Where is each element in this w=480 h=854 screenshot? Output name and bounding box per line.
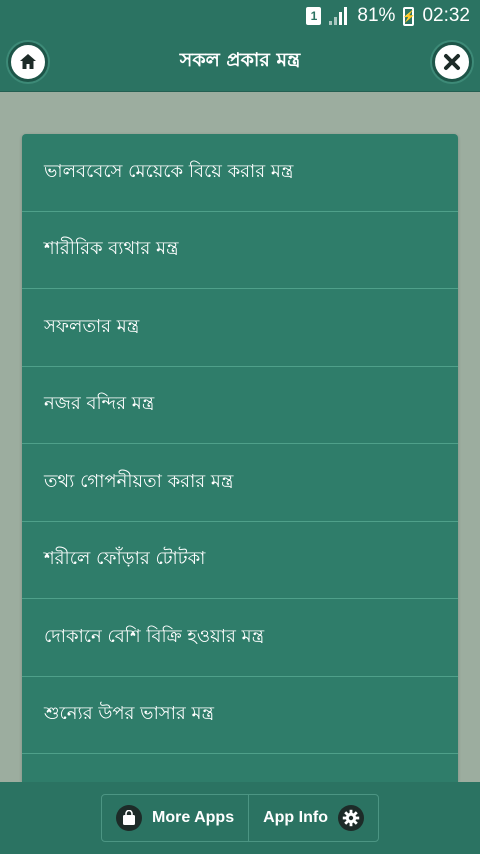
list-item-partial[interactable] (22, 754, 458, 782)
battery-percent: 81% (357, 5, 396, 26)
list-item[interactable]: নজর বন্দির মন্ত্র (22, 367, 458, 444)
list-item[interactable]: সফলতার মন্ত্র (22, 289, 458, 367)
list-item-label: তথ্য গোপনীয়তা করার মন্ত্র (44, 470, 234, 492)
list-item[interactable]: শরীলে ফোঁড়ার টোটকা (22, 522, 458, 599)
shopping-bag-icon (116, 805, 143, 831)
clock: 02:32 (422, 5, 470, 26)
close-icon (444, 54, 460, 70)
list-item-label: সফলতার মন্ত্র (44, 315, 140, 337)
signal-icon (329, 7, 349, 25)
more-apps-button[interactable]: More Apps (102, 795, 248, 841)
more-apps-label: More Apps (152, 809, 235, 826)
bottom-bar: More Apps App Info (0, 782, 480, 854)
sim-icon: 1 (306, 7, 322, 25)
home-icon (20, 54, 36, 69)
battery-charging-icon: ⚡ (402, 6, 416, 26)
list-item-label: শুন্যের উপর ভাসার মন্ত্র (44, 703, 215, 725)
page-title: সকল প্রকার মন্ত্র (179, 48, 301, 71)
mantra-list: ভালববেসে মেয়েকে বিয়ে করার মন্ত্র শারীর… (22, 134, 458, 782)
list-item[interactable]: তথ্য গোপনীয়তা করার মন্ত্র (22, 444, 458, 522)
status-bar: 1 81% ⚡ 02:32 (0, 0, 480, 32)
list-item-label: ভালববেসে মেয়েকে বিয়ে করার মন্ত্র (44, 160, 294, 182)
list-item[interactable]: শারীরিক ব্যথার মন্ত্র (22, 212, 458, 289)
list-item-label: শরীলে ফোঁড়ার টোটকা (44, 548, 206, 570)
list-item[interactable]: শুন্যের উপর ভাসার মন্ত্র (22, 677, 458, 754)
close-button[interactable] (432, 42, 472, 82)
list-item[interactable]: দোকানে বেশি বিক্রি হওয়ার মন্ত্র (22, 599, 458, 677)
app-info-button[interactable]: App Info (248, 795, 378, 841)
list-item[interactable]: ভালববেসে মেয়েকে বিয়ে করার মন্ত্র (22, 134, 458, 212)
app-info-label: App Info (263, 809, 328, 826)
list-item-label: দোকানে বেশি বিক্রি হওয়ার মন্ত্র (44, 625, 265, 647)
list-item-label: শারীরিক ব্যথার মন্ত্র (44, 238, 179, 260)
bottom-button-group: More Apps App Info (101, 794, 379, 842)
app-bar: সকল প্রকার মন্ত্র (0, 32, 480, 92)
home-button[interactable] (8, 42, 48, 82)
list-item-label: নজর বন্দির মন্ত্র (44, 393, 155, 415)
gear-icon (337, 805, 364, 831)
